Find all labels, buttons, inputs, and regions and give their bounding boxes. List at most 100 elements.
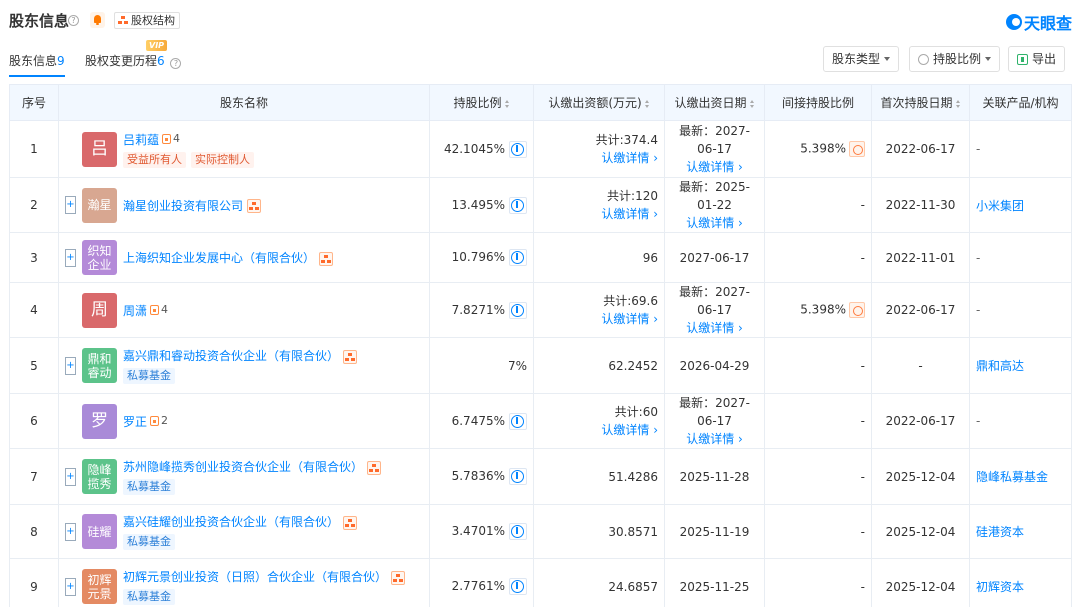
col-name: 股东名称 (58, 84, 430, 121)
tab-bar: 股东信息9 股权变更历程6 ? VIP 股东类型 持股比例 导出 (0, 40, 1080, 77)
table-row: 2 + 瀚星 瀚星创业投资有限公司 13.495% 共计:120 认缴详情 › 最新：2025… (9, 177, 1072, 233)
ratio-chart-button[interactable] (509, 301, 527, 319)
sort-icon (749, 99, 755, 108)
col-date[interactable]: 认缴出资日期 (664, 84, 765, 121)
date-cell: 2025-11-19 (664, 504, 765, 559)
expand-icon[interactable]: + (65, 248, 76, 267)
name-cell: 罗罗正 2 (58, 393, 430, 449)
shareholder-name-link[interactable]: 初辉元景创业投资（日照）合伙企业（有限合伙） (123, 570, 387, 584)
tab-shareholders[interactable]: 股东信息9 (9, 52, 65, 77)
chart-icon (511, 525, 524, 538)
row-index: 7 (9, 448, 59, 505)
shareholder-name-link[interactable]: 嘉兴硅耀创业投资合伙企业（有限合伙） (123, 515, 339, 529)
first-date-cell: 2022-11-30 (871, 177, 970, 233)
ratio-chart-button[interactable] (509, 140, 527, 158)
ratio-chart-button[interactable] (509, 523, 527, 540)
col-capital[interactable]: 认缴出资额(万元) (533, 84, 665, 121)
tab-equity-history[interactable]: 股权变更历程6 ? (85, 52, 182, 69)
capital-detail-link[interactable]: 认缴详情 › (540, 310, 658, 328)
first-date-cell: 2022-06-17 (871, 393, 970, 449)
date-detail-link[interactable]: 认缴详情 › (671, 319, 758, 337)
equity-chart-icon[interactable] (247, 199, 262, 213)
indirect-cell: 5.398% (764, 282, 872, 338)
related-cell: - (969, 232, 1072, 283)
equity-chart-icon[interactable] (319, 251, 334, 266)
related-link[interactable]: 硅港资本 (976, 525, 1024, 539)
expand-icon[interactable]: + (65, 356, 76, 375)
date-detail-link[interactable]: 认缴详情 › (671, 430, 758, 448)
capital-cell: 共计:120 认缴详情 › (533, 177, 665, 233)
col-first-date[interactable]: 首次持股日期 (871, 84, 970, 121)
monitor-bell-icon[interactable] (90, 12, 105, 28)
org-chart-icon (118, 15, 129, 26)
capital-detail-link[interactable]: 认缴详情 › (540, 205, 658, 223)
penetration-icon[interactable] (849, 141, 865, 157)
related-cell: 鼎和高达 (969, 337, 1072, 394)
date-cell: 最新：2027-06-17 认缴详情 › (664, 393, 765, 449)
shareholder-name-link[interactable]: 瀚星创业投资有限公司 (123, 199, 243, 213)
related-link[interactable]: 初辉资本 (976, 580, 1024, 594)
chevron-down-icon (884, 57, 891, 61)
date-detail-link[interactable]: 认缴详情 › (671, 214, 758, 232)
ratio-chart-button[interactable] (509, 468, 527, 485)
table-row: 9 + 初辉 元景 初辉元景创业投资（日照）合伙企业（有限合伙） 私募基金 2.7761%… (9, 558, 1072, 607)
chart-icon (511, 198, 524, 212)
avatar: 隐峰 揽秀 (82, 459, 117, 494)
shareholder-name-link[interactable]: 上海织知企业发展中心（有限合伙） (123, 251, 315, 265)
date-cell: 最新：2027-06-17 认缴详情 › (664, 120, 765, 178)
related-empty: - (976, 303, 981, 317)
equity-chart-icon[interactable] (391, 570, 406, 585)
shareholder-name-link[interactable]: 吕莉蕴 (123, 133, 159, 147)
related-link[interactable]: 隐峰私募基金 (976, 470, 1048, 484)
shareholder-name-link[interactable]: 周潇 (123, 304, 147, 318)
help-icon[interactable]: ? (68, 15, 79, 26)
avatar: 周 (82, 292, 117, 328)
shareholder-name-link[interactable]: 嘉兴鼎和睿动投资合伙企业（有限合伙） (123, 349, 339, 363)
equity-chart-icon[interactable] (343, 349, 358, 364)
row-index: 5 (9, 337, 59, 394)
ratio-chart-button[interactable] (509, 578, 527, 595)
expand-icon[interactable]: + (65, 522, 76, 541)
export-button[interactable]: 导出 (1008, 46, 1066, 72)
help-icon[interactable]: ? (170, 58, 182, 69)
ratio-filter-dropdown[interactable]: 持股比例 (909, 46, 1001, 72)
name-cell: 吕吕莉蕴 4 受益所有人 实际控制人 (58, 120, 430, 178)
related-cell: 隐峰私募基金 (969, 448, 1072, 505)
shareholder-name-link[interactable]: 罗正 (123, 415, 147, 429)
equity-chart-icon[interactable] (367, 460, 382, 475)
equity-structure-button[interactable]: 股权结构 (114, 12, 180, 29)
ratio-cell: 6.7475% (429, 393, 534, 449)
related-link[interactable]: 小米集团 (976, 199, 1024, 213)
ratio-chart-button[interactable] (509, 412, 527, 430)
indirect-cell: 5.398% (764, 120, 872, 178)
logo-icon (1005, 14, 1022, 30)
expand-icon[interactable]: + (65, 577, 76, 596)
date-cell: 最新：2027-06-17 认缴详情 › (664, 282, 765, 338)
equity-chart-icon[interactable] (343, 515, 358, 530)
date-detail-link[interactable]: 认缴详情 › (671, 158, 758, 176)
expand-icon[interactable]: + (65, 467, 76, 486)
first-date-cell: 2022-06-17 (871, 282, 970, 338)
table-row: 5 + 鼎和 睿动 嘉兴鼎和睿动投资合伙企业（有限合伙） 私募基金 7% 62.2452 20… (9, 337, 1072, 394)
chart-icon (511, 303, 524, 317)
relation-count[interactable]: 4 (150, 303, 168, 316)
ratio-chart-button[interactable] (509, 249, 527, 266)
first-date-cell: 2022-11-01 (871, 232, 970, 283)
excel-icon (1017, 53, 1028, 65)
penetration-icon[interactable] (849, 302, 865, 318)
brand-logo: 天眼查 (1005, 10, 1072, 34)
related-link[interactable]: 鼎和高达 (976, 359, 1024, 373)
capital-detail-link[interactable]: 认缴详情 › (540, 149, 658, 167)
expand-icon[interactable]: + (65, 196, 76, 214)
shareholder-type-dropdown[interactable]: 股东类型 (823, 46, 900, 72)
capital-detail-link[interactable]: 认缴详情 › (540, 421, 658, 439)
expand-placeholder (65, 412, 76, 430)
ratio-chart-button[interactable] (509, 196, 527, 214)
table-row: 4 周周潇 4 7.8271% 共计:69.6 认缴详情 › 最新：2027-06-17 认缴… (9, 282, 1072, 338)
relation-count[interactable]: 2 (150, 414, 168, 427)
shareholder-name-link[interactable]: 苏州隐峰揽秀创业投资合伙企业（有限合伙） (123, 460, 363, 474)
first-date-cell: 2025-12-04 (871, 558, 970, 607)
relation-count[interactable]: 4 (162, 132, 180, 145)
name-cell: + 隐峰 揽秀 苏州隐峰揽秀创业投资合伙企业（有限合伙） 私募基金 (58, 448, 430, 505)
col-ratio[interactable]: 持股比例 (429, 84, 534, 121)
